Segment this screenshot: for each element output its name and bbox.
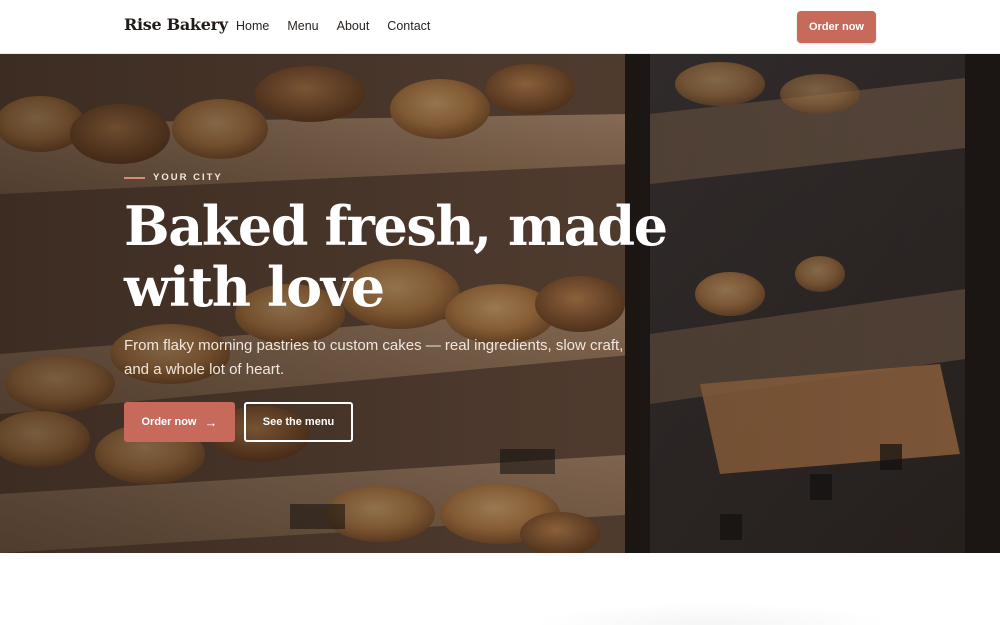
hero-subtext: From flaky morning pastries to custom ca…: [124, 337, 624, 378]
header-order-button[interactable]: Order now: [797, 11, 876, 43]
hero-order-button[interactable]: Order now →: [124, 402, 235, 442]
main-nav: Home Menu About Contact: [236, 19, 430, 33]
hero-section: YOUR CITY Baked fresh, made with love Fr…: [0, 54, 1000, 553]
hero-order-label: Order now: [141, 416, 197, 428]
card-shadow: [530, 603, 890, 625]
next-section: [0, 553, 1000, 625]
arrow-right-icon: →: [204, 414, 218, 430]
eyebrow-accent-line: [124, 176, 145, 179]
nav-link-contact[interactable]: Contact: [387, 19, 430, 33]
nav-link-home[interactable]: Home: [236, 19, 269, 33]
site-header: Rise Bakery Home Menu About Contact Orde…: [0, 0, 1000, 54]
brand-logo[interactable]: Rise Bakery: [124, 15, 228, 34]
eyebrow-label: YOUR CITY: [153, 172, 223, 183]
nav-link-about[interactable]: About: [337, 19, 370, 33]
see-menu-button[interactable]: See the menu: [244, 402, 353, 442]
hero-headline: Baked fresh, made with love: [124, 194, 668, 319]
hero-eyebrow: YOUR CITY: [124, 172, 223, 183]
nav-link-menu[interactable]: Menu: [287, 19, 318, 33]
